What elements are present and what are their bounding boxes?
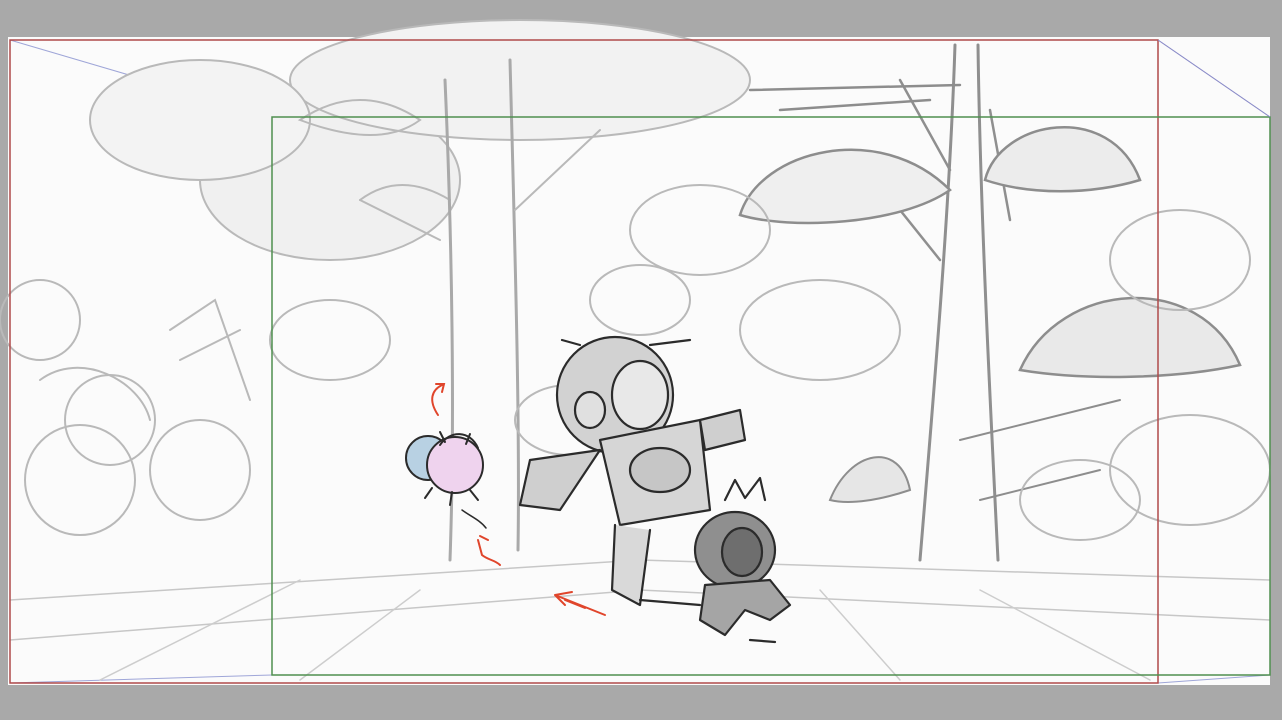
sketch-layer <box>0 19 1271 684</box>
frame-corner-connector <box>1157 39 1271 118</box>
small-flying-creature <box>405 431 487 529</box>
storyboard-viewport <box>0 0 1282 720</box>
